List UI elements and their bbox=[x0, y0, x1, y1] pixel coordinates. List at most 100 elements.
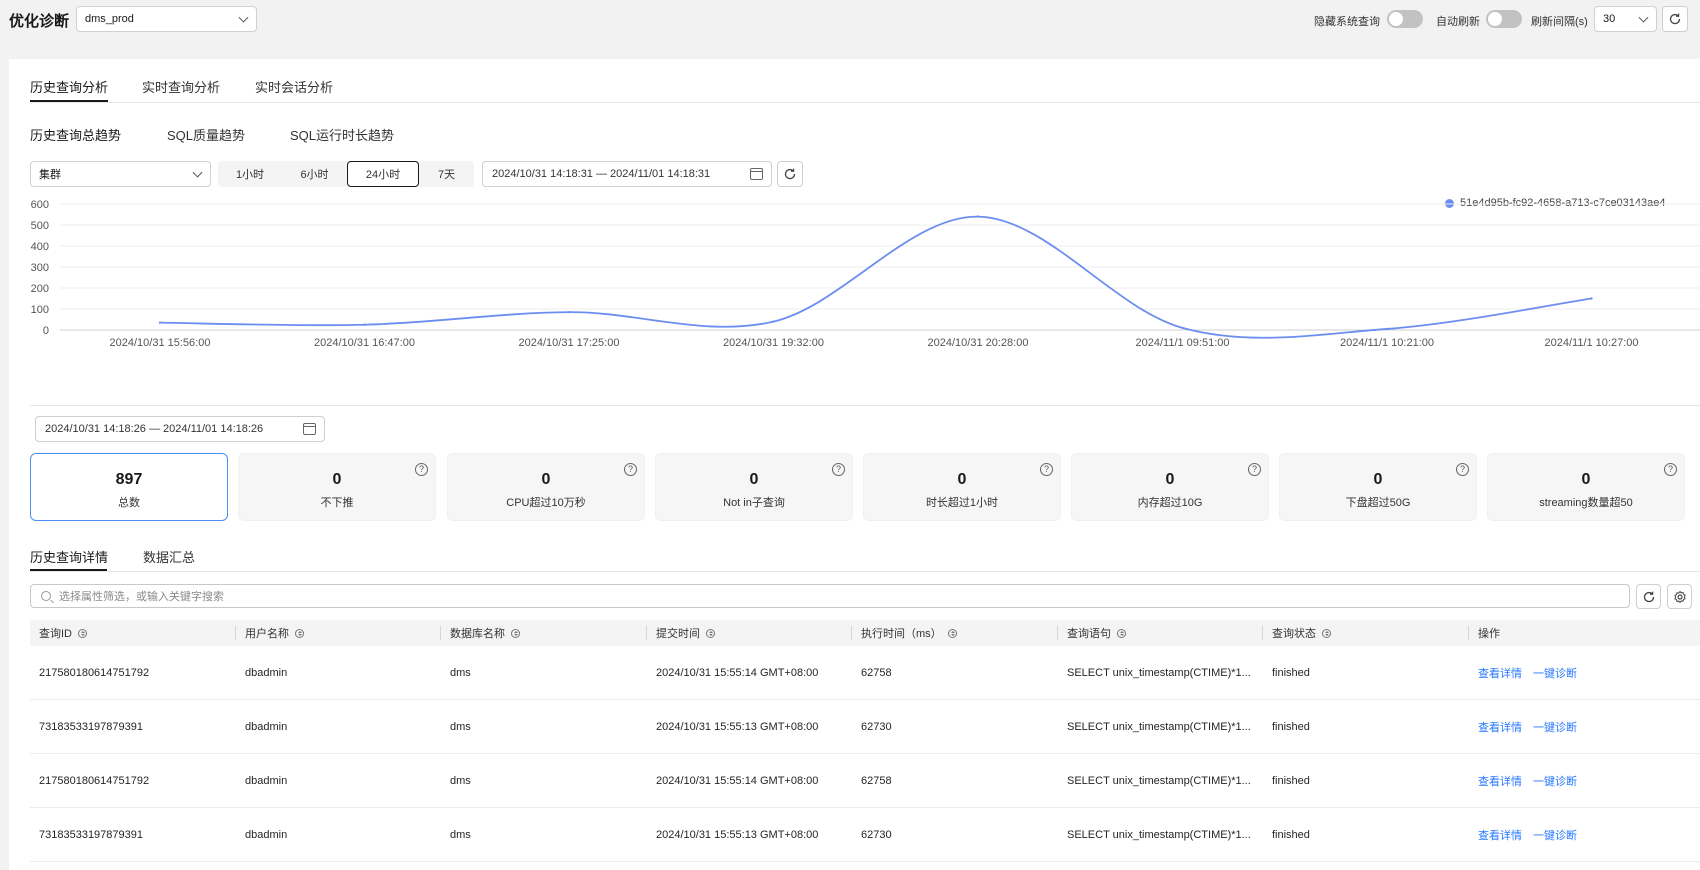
hide-system-query-toggle[interactable] bbox=[1387, 10, 1423, 28]
y-tick-label: 300 bbox=[31, 262, 49, 274]
column-header[interactable]: 用户名称 bbox=[236, 620, 304, 646]
search-field[interactable]: 选择属性筛选，或输入关键字搜索 bbox=[30, 584, 1630, 608]
x-tick-label: 2024/11/1 09:51:00 bbox=[1136, 337, 1230, 349]
view-detail-link[interactable]: 查看详情 bbox=[1478, 665, 1522, 681]
data-point bbox=[1385, 327, 1389, 331]
tab-realtime-query[interactable]: 实时查询分析 bbox=[142, 77, 220, 96]
column-separator bbox=[1057, 626, 1058, 640]
auto-refresh-toggle[interactable] bbox=[1486, 10, 1522, 28]
subtab-overall-trend[interactable]: 历史查询总趋势 bbox=[30, 125, 121, 144]
database-select[interactable]: dms_prod bbox=[76, 6, 257, 32]
range-7d[interactable]: 7天 bbox=[419, 161, 474, 187]
search-placeholder: 选择属性筛选，或输入关键字搜索 bbox=[59, 591, 224, 603]
stat-card[interactable]: 0 Not in子查询? bbox=[655, 453, 853, 521]
table-cell: dbadmin bbox=[245, 721, 288, 733]
table-cell: finished bbox=[1272, 667, 1310, 679]
help-icon[interactable]: ? bbox=[1456, 463, 1469, 476]
tab-data-summary[interactable]: 数据汇总 bbox=[143, 547, 195, 566]
range-24h[interactable]: 24小时 bbox=[347, 161, 419, 187]
stat-label: CPU超过10万秒 bbox=[506, 497, 586, 509]
database-select-value: dms_prod bbox=[85, 13, 134, 25]
column-header[interactable]: 提交时间 bbox=[647, 620, 715, 646]
refresh-interval-select[interactable]: 30 bbox=[1594, 6, 1657, 32]
table-cell: dms bbox=[450, 829, 471, 841]
subtab-sql-runtime[interactable]: SQL运行时长趋势 bbox=[290, 125, 394, 144]
tab-history-query[interactable]: 历史查询分析 bbox=[30, 77, 108, 96]
chart-refresh-button[interactable] bbox=[777, 161, 803, 187]
column-separator bbox=[1468, 626, 1469, 640]
table-row: 73183533197879391 dbadmin dms 2024/10/31 15… bbox=[30, 700, 1700, 754]
stat-card[interactable]: 0 内存超过10G? bbox=[1071, 453, 1269, 521]
search-icon bbox=[41, 591, 51, 601]
range-6h[interactable]: 6小时 bbox=[282, 161, 347, 187]
scope-select[interactable]: 集群 bbox=[30, 161, 211, 187]
sort-icon[interactable] bbox=[1322, 628, 1331, 638]
column-header[interactable]: 数据库名称 bbox=[441, 620, 520, 646]
help-icon[interactable]: ? bbox=[1248, 463, 1261, 476]
stat-card[interactable]: 0 时长超过1小时? bbox=[863, 453, 1061, 521]
column-separator bbox=[1262, 626, 1263, 640]
range-1h[interactable]: 1小时 bbox=[218, 161, 282, 187]
table-settings-button[interactable] bbox=[1667, 584, 1692, 609]
table-cell: dbadmin bbox=[245, 775, 288, 787]
date-range-picker[interactable]: 2024/10/31 14:18:31 — 2024/11/01 14:18:3… bbox=[482, 161, 772, 187]
help-icon[interactable]: ? bbox=[1040, 463, 1053, 476]
stat-card[interactable]: 0 streaming数量超50? bbox=[1487, 453, 1685, 521]
table-cell: SELECT unix_timestamp(CTIME)*1... bbox=[1067, 721, 1251, 733]
refresh-button[interactable] bbox=[1662, 6, 1688, 32]
column-header[interactable]: 执行时间（ms） bbox=[852, 620, 957, 646]
help-icon[interactable]: ? bbox=[415, 463, 428, 476]
sort-icon[interactable] bbox=[511, 628, 520, 638]
data-point bbox=[567, 310, 571, 314]
column-header[interactable]: 查询状态 bbox=[1263, 620, 1331, 646]
column-header[interactable]: 查询ID bbox=[30, 620, 87, 646]
help-icon[interactable]: ? bbox=[1664, 463, 1677, 476]
column-header[interactable]: 查询语句 bbox=[1058, 620, 1126, 646]
table-row: 217580180614751792 dbadmin dms 2024/10/31 1… bbox=[30, 646, 1700, 700]
sort-icon[interactable] bbox=[1117, 628, 1126, 638]
table-cell: finished bbox=[1272, 721, 1310, 733]
x-tick-label: 2024/10/31 20:28:00 bbox=[928, 337, 1029, 349]
stat-card[interactable]: 897 总数 bbox=[30, 453, 228, 521]
column-header[interactable]: 操作 bbox=[1469, 620, 1500, 646]
stat-card[interactable]: 0 CPU超过10万秒? bbox=[447, 453, 645, 521]
view-detail-link[interactable]: 查看详情 bbox=[1478, 719, 1522, 735]
tab-realtime-session[interactable]: 实时会话分析 bbox=[255, 77, 333, 96]
diagnose-link[interactable]: 一键诊断 bbox=[1533, 665, 1577, 681]
sort-icon[interactable] bbox=[706, 628, 715, 638]
diagnose-link[interactable]: 一键诊断 bbox=[1533, 827, 1577, 843]
table-cell: finished bbox=[1272, 775, 1310, 787]
sort-icon[interactable] bbox=[295, 628, 304, 638]
help-icon[interactable]: ? bbox=[832, 463, 845, 476]
view-detail-link[interactable]: 查看详情 bbox=[1478, 773, 1522, 789]
table-cell: 73183533197879391 bbox=[39, 829, 144, 841]
calendar-icon bbox=[303, 423, 316, 435]
data-point bbox=[976, 215, 980, 218]
y-tick-label: 0 bbox=[43, 325, 49, 337]
stat-value: 0 bbox=[1373, 471, 1383, 488]
stat-value: 0 bbox=[541, 471, 551, 488]
data-point bbox=[158, 321, 162, 324]
column-separator bbox=[235, 626, 236, 640]
table-actions: 查看详情 一键诊断 bbox=[1469, 754, 1588, 808]
stat-card[interactable]: 0 下盘超过50G? bbox=[1279, 453, 1477, 521]
table-refresh-button[interactable] bbox=[1636, 584, 1661, 609]
stat-card[interactable]: 0 不下推? bbox=[238, 453, 436, 521]
table-cell: SELECT unix_timestamp(CTIME)*1... bbox=[1067, 775, 1251, 787]
series-line bbox=[159, 215, 1592, 339]
x-tick-label: 2024/11/1 10:27:00 bbox=[1545, 337, 1639, 349]
sort-icon[interactable] bbox=[78, 628, 87, 638]
help-icon[interactable]: ? bbox=[624, 463, 637, 476]
tab-query-detail[interactable]: 历史查询详情 bbox=[30, 547, 108, 566]
view-detail-link[interactable]: 查看详情 bbox=[1478, 827, 1522, 843]
stat-label: 时长超过1小时 bbox=[925, 497, 999, 509]
subtab-sql-quality[interactable]: SQL质量趋势 bbox=[167, 125, 245, 144]
calendar-icon bbox=[750, 168, 763, 180]
diagnose-link[interactable]: 一键诊断 bbox=[1533, 773, 1577, 789]
diagnose-link[interactable]: 一键诊断 bbox=[1533, 719, 1577, 735]
y-tick-label: 500 bbox=[31, 220, 49, 232]
sort-icon[interactable] bbox=[947, 628, 957, 638]
table-cell: 73183533197879391 bbox=[39, 721, 144, 733]
table-cell: 62730 bbox=[861, 829, 892, 841]
stats-date-range-picker[interactable]: 2024/10/31 14:18:26 — 2024/11/01 14:18:2… bbox=[35, 416, 325, 442]
